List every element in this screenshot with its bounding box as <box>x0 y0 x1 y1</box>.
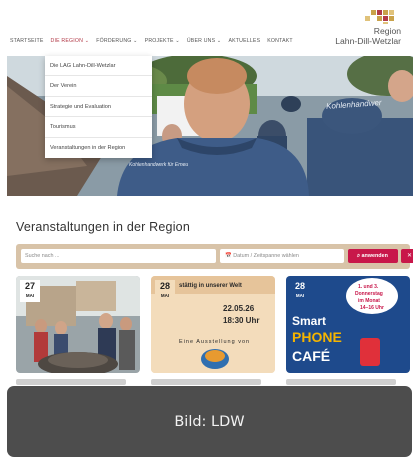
nav-item-foerderung[interactable]: FÖRDERUNG ⌄ <box>96 38 137 44</box>
date-day: 28 <box>159 281 170 291</box>
page-title: Veranstaltungen in der Region <box>16 220 190 234</box>
image-caption-text: Bild: LDW <box>174 413 245 430</box>
poster-footer: Eine Ausstellung von <box>179 339 251 345</box>
logo-text: Region Lahn-Dill-Wetzlar <box>335 26 401 46</box>
nav-item-aktuelles[interactable]: AKTUELLES <box>228 38 260 44</box>
logo-line-2: Lahn-Dill-Wetzlar <box>335 36 401 46</box>
bubble-line-1: 1. und 3. <box>358 284 379 290</box>
date-badge: 27 MAI <box>20 280 40 302</box>
date-month: MAI <box>25 293 35 298</box>
poster-smart: Smart <box>292 314 327 328</box>
site-header: STARTSEITE DIE REGION ⌄ FÖRDERUNG ⌄ PROJ… <box>0 0 413 56</box>
date-range-input[interactable]: 📅 Datum / Zeitspanne wählen <box>220 249 344 263</box>
card-title-1 <box>16 379 126 385</box>
poster-time: 18:30 Uhr <box>223 316 260 325</box>
image-caption: Bild: LDW <box>7 386 412 457</box>
bubble-line-2: Donnerstag <box>355 291 383 297</box>
event-card-1[interactable]: 27 MAI <box>16 276 140 373</box>
jacket-text-main: Kohlenhandwerk für Erneu <box>129 162 189 168</box>
date-badge: 28 MAI <box>155 280 175 302</box>
bubble-line-3: im Monat <box>358 298 380 304</box>
dropdown-item-lag[interactable]: Die LAG Lahn-Dill-Wetzlar <box>45 56 152 77</box>
date-day: 28 <box>294 281 305 291</box>
card-title-2 <box>151 379 261 385</box>
dropdown-item-verein[interactable]: Der Verein <box>45 76 152 97</box>
dropdown-item-veranstaltungen[interactable]: Veranstaltungen in der Region <box>45 138 152 158</box>
nav-item-kontakt[interactable]: KONTAKT <box>267 38 293 44</box>
date-month: MAI <box>295 293 305 298</box>
nav-item-startseite[interactable]: STARTSEITE <box>10 38 44 44</box>
card-title-3 <box>286 379 396 385</box>
main-navigation: STARTSEITE DIE REGION ⌄ FÖRDERUNG ⌄ PROJ… <box>10 38 293 44</box>
date-badge: 28 MAI <box>290 280 310 302</box>
poster-phone: PHONE <box>292 329 342 345</box>
logo-line-1: Region <box>373 26 401 36</box>
poster-cafe: CAFÉ <box>292 348 331 364</box>
bubble-line-4: 14–16 Uhr <box>360 305 384 311</box>
dropdown-item-strategie[interactable]: Strategie und Evaluation <box>45 97 152 118</box>
dropdown-item-tourismus[interactable]: Tourismus <box>45 117 152 138</box>
clear-filter-button[interactable]: ✕ <box>401 249 413 263</box>
nav-item-projekte[interactable]: PROJEKTE ⌄ <box>145 38 180 44</box>
apply-button[interactable]: ⌕ anwenden <box>348 249 398 263</box>
logo-mosaic-icon <box>357 10 397 24</box>
event-card-3[interactable]: 28 MAI 1. und 3. Donnerstag im Monat 14–… <box>286 276 410 373</box>
event-card-2[interactable]: 28 MAI stättig in unserer Welt 22.05.26 … <box>151 276 275 373</box>
nav-item-ueber-uns[interactable]: ÜBER UNS ⌄ <box>187 38 222 44</box>
region-dropdown-menu: Die LAG Lahn-Dill-Wetzlar Der Verein Str… <box>45 56 152 158</box>
date-month: MAI <box>160 293 170 298</box>
date-day: 27 <box>24 281 35 291</box>
site-logo[interactable]: Region Lahn-Dill-Wetzlar <box>305 10 401 50</box>
nav-item-die-region[interactable]: DIE REGION ⌄ <box>51 38 90 44</box>
poster-date: 22.05.26 <box>223 304 255 313</box>
poster-headline: stättig in unserer Welt <box>179 283 242 289</box>
search-input[interactable]: Suche nach ... <box>21 249 216 263</box>
event-filter-bar: Suche nach ... 📅 Datum / Zeitspanne wähl… <box>16 244 413 269</box>
